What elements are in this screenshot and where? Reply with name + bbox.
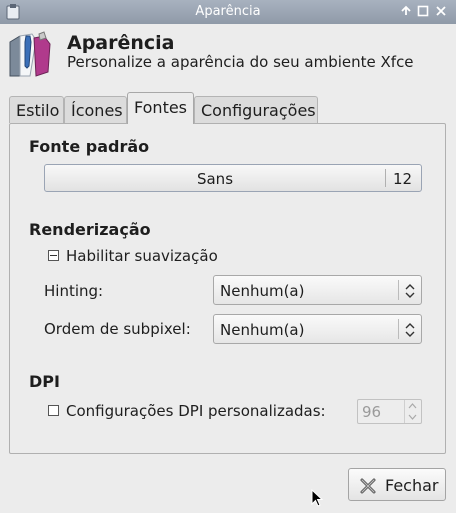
subpixel-value: Nenhum(a)	[220, 321, 305, 339]
maximize-window-icon[interactable]	[415, 3, 431, 19]
close-window-icon[interactable]	[433, 3, 449, 19]
close-x-icon	[360, 478, 376, 494]
font-size: 12	[393, 170, 413, 188]
tab-estilo[interactable]: Estilo	[9, 96, 64, 123]
close-button-label: Fechar	[385, 476, 439, 495]
combo-separator	[398, 280, 399, 300]
custom-dpi-label[interactable]: Configurações DPI personalizadas:	[66, 402, 326, 420]
window-title: Aparência	[195, 4, 261, 19]
font-chooser-button[interactable]: Sans 12	[44, 164, 422, 192]
title-bar[interactable]: Aparência	[0, 0, 456, 25]
appearance-shirt-tie-icon	[9, 31, 51, 77]
subpixel-label: Ordem de subpixel:	[44, 320, 191, 338]
combo-updown-icon	[405, 323, 415, 337]
hinting-combobox[interactable]: Nenhum(a)	[213, 275, 422, 305]
default-font-heading: Fonte padrão	[29, 137, 150, 156]
dpi-spinbutton[interactable]: 96	[357, 399, 422, 424]
tab-icones[interactable]: Ícones	[64, 96, 127, 123]
font-button-separator	[385, 169, 386, 187]
dpi-spin-buttons[interactable]	[404, 400, 421, 423]
mouse-pointer-icon	[311, 489, 323, 507]
combo-separator	[398, 319, 399, 339]
spin-up-icon[interactable]	[408, 402, 417, 410]
combo-updown-icon	[405, 284, 415, 298]
spin-down-icon[interactable]	[408, 413, 417, 421]
dpi-value: 96	[362, 403, 382, 421]
subpixel-combobox[interactable]: Nenhum(a)	[213, 314, 422, 344]
antialias-label[interactable]: Habilitar suavização	[66, 247, 218, 265]
indeterminate-mark-icon	[50, 255, 57, 256]
close-button[interactable]: Fechar	[348, 468, 446, 501]
header-title: Aparência	[67, 32, 175, 54]
dialog-header: Aparência Personalize a aparência do seu…	[0, 24, 456, 82]
shade-window-icon[interactable]	[398, 3, 414, 19]
dpi-heading: DPI	[29, 372, 60, 391]
tab-fontes[interactable]: Fontes	[127, 92, 194, 124]
tab-configuracoes[interactable]: Configurações	[194, 96, 318, 123]
hinting-label: Hinting:	[44, 282, 104, 300]
antialias-checkbox[interactable]	[48, 250, 59, 261]
hinting-value: Nenhum(a)	[220, 282, 305, 300]
font-name: Sans	[196, 170, 234, 188]
header-subtitle: Personalize a aparência do seu ambiente …	[67, 53, 414, 71]
rendering-heading: Renderização	[29, 220, 151, 239]
custom-dpi-checkbox[interactable]	[48, 405, 59, 416]
